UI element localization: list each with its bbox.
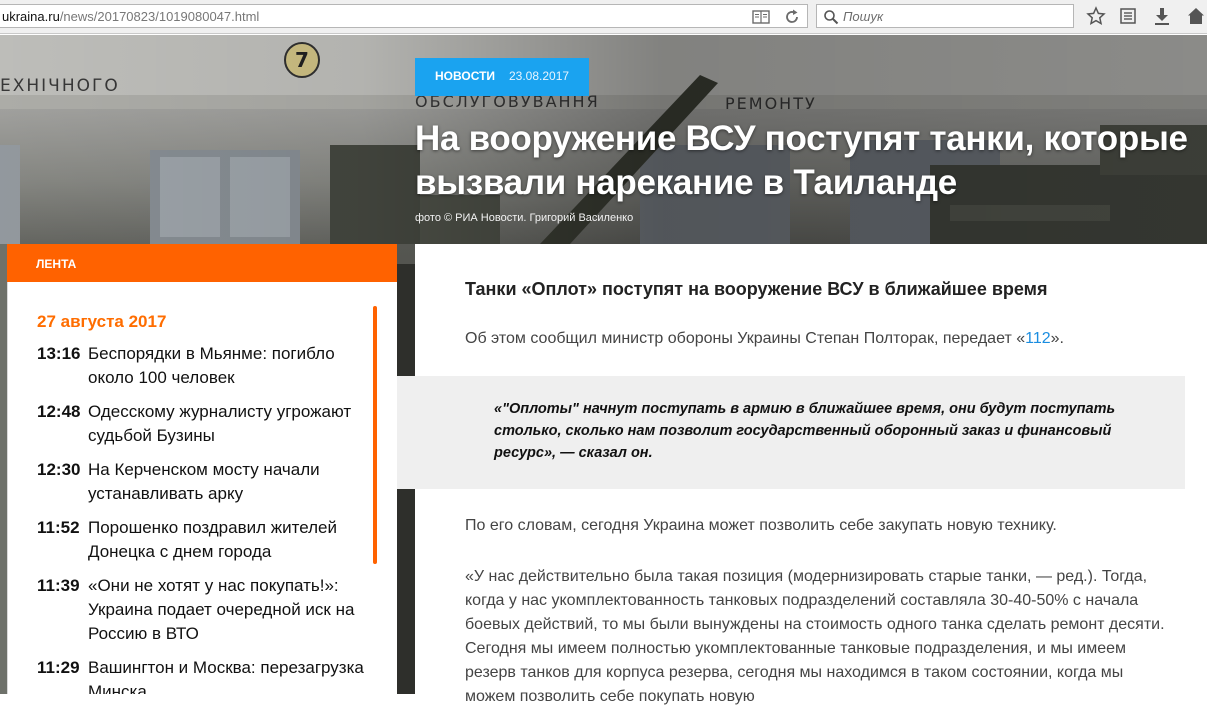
feed-scrollbar[interactable] [373,306,377,564]
article-paragraph: По его словам, сегодня Украина может поз… [465,517,1057,534]
news-time: 11:52 [37,518,80,537]
category-label[interactable]: НОВОСТИ [435,69,495,83]
news-time: 13:16 [37,344,81,363]
paragraph-text: ». [1050,330,1064,347]
download-icon[interactable] [1152,6,1172,26]
reload-icon[interactable] [784,8,800,26]
news-headline[interactable]: На Керченском мосту начали устанавливать… [88,458,368,506]
news-headline[interactable]: Одесскому журналисту угрожают судьбой Бу… [88,400,368,448]
hero-image: 7 ЕХНІЧНОГО ОБСЛУГОВУВАННЯ РЕМОНТУ НОВОС… [0,35,1207,244]
address-bar[interactable]: ukraina.ru/news/20170823/1019080047.html [0,4,808,28]
url-host: ukraina.ru [2,9,60,24]
url-path: /news/20170823/1019080047.html [59,9,260,24]
bookmark-star-icon[interactable] [1086,6,1106,26]
search-placeholder: Пошук [843,9,884,24]
news-headline[interactable]: «Они не хотят у нас покупать!»: Украина … [88,574,368,646]
article-title: На вооружение ВСУ поступят танки, которы… [415,119,1188,202]
feed-title: ЛЕНТА [36,257,77,271]
news-time: 12:48 [37,402,81,421]
search-input[interactable]: Пошук [816,4,1074,28]
source-link[interactable]: 112 [1025,330,1051,347]
news-headline[interactable]: Вашингтон и Москва: перезагрузка Минска [88,656,368,694]
home-icon[interactable] [1186,6,1206,26]
feed-header: ЛЕНТА [7,244,397,282]
news-headline[interactable]: Порошенко поздравил жителей Донецка с дн… [88,516,368,564]
quote-text: «"Оплоты" начнут поступать в армию в бли… [494,401,1116,461]
reader-view-icon[interactable] [752,10,770,24]
article-paragraph: «У нас действительно была такая позиция … [465,568,1165,705]
feed-date: 27 августа 2017 [37,312,167,331]
article-paragraph: Об этом сообщил министр обороны Украины … [465,330,1064,348]
browser-toolbar: ukraina.ru/news/20170823/1019080047.html… [0,0,1207,34]
search-icon [824,10,839,25]
photo-credit: фото © РИА Новости. Григорий Василенко [415,212,634,224]
paragraph-text: Об этом сообщил министр обороны Украины … [465,330,1026,347]
news-headline[interactable]: Беспорядки в Мьянме: погибло около 100 ч… [88,342,368,390]
news-time: 11:39 [37,576,80,595]
news-time: 12:30 [37,460,81,479]
news-time: 11:29 [37,658,80,677]
news-feed: ЛЕНТА 27 августа 2017 13:16 Беспорядки в… [7,244,397,694]
url-text: ukraina.ru/news/20170823/1019080047.html [2,9,259,24]
article-subheading: Танки «Оплот» поступят на вооружение ВСУ… [465,279,1048,299]
article-quote: «"Оплоты" начнут поступать в армию в бли… [397,376,1185,489]
publish-date: 23.08.2017 [509,69,570,83]
article-meta-badge: НОВОСТИ 23.08.2017 [415,58,589,96]
feed-body[interactable]: 27 августа 2017 13:16 Беспорядки в Мьянм… [7,282,397,694]
bookmarks-list-icon[interactable] [1118,6,1138,26]
